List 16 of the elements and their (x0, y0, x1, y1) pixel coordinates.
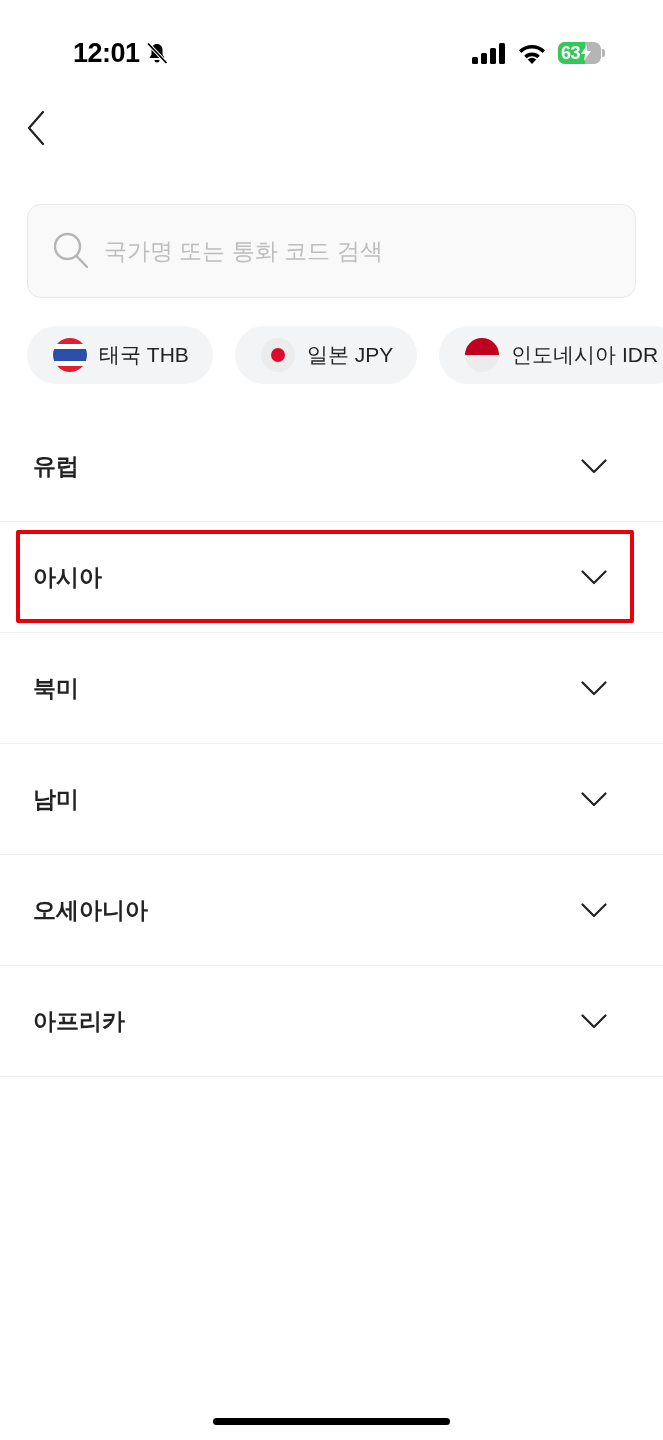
currency-chip[interactable]: 일본 JPY (234, 326, 418, 384)
currency-chip[interactable]: 태국 THB (27, 326, 213, 384)
search-field[interactable]: 국가명 또는 통화 코드 검색 (27, 204, 636, 298)
signal-icon (472, 42, 506, 64)
back-button[interactable] (27, 111, 47, 145)
region-row[interactable]: 북미 (0, 633, 663, 744)
currency-chip[interactable]: 인도네시아 IDR (439, 326, 663, 384)
region-row[interactable]: 아프리카 (0, 966, 663, 1077)
search-icon (53, 232, 89, 269)
region-row[interactable]: 오세아니아 (0, 855, 663, 966)
wifi-icon (517, 42, 547, 64)
region-row[interactable]: 유럽 (0, 411, 663, 522)
back-chevron-icon (27, 111, 45, 145)
region-row[interactable]: 남미 (0, 744, 663, 855)
status-time: 12:01 (73, 36, 140, 70)
region-row[interactable]: 아시아 (0, 522, 663, 633)
